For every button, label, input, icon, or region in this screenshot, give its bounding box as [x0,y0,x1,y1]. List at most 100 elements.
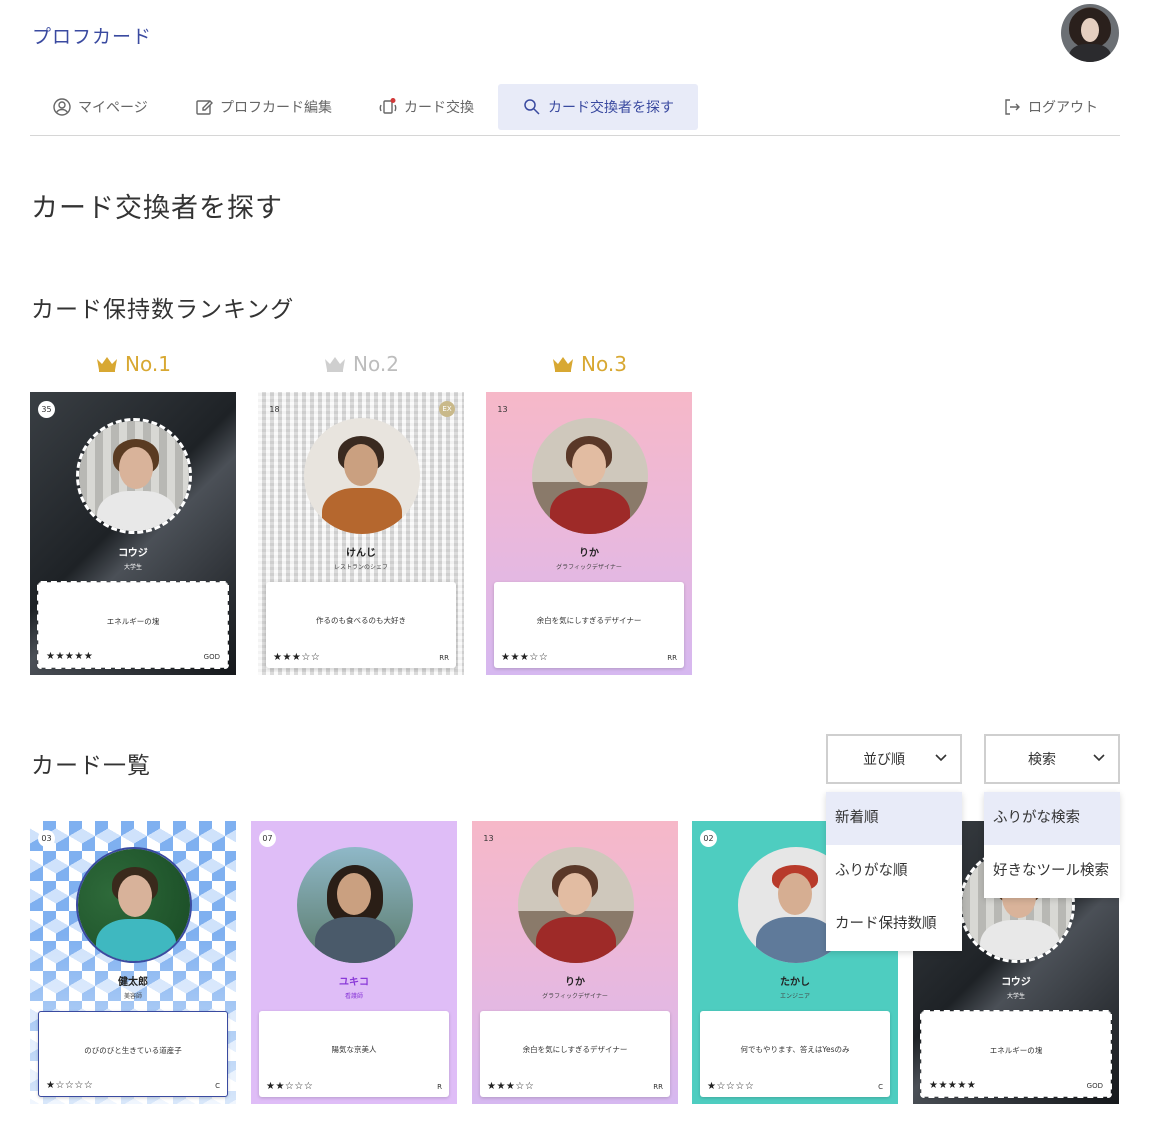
card-job: グラフィックデザイナー [556,564,622,571]
nav-mypage-label: マイページ [78,100,148,116]
sort-dropdown-label: 並び順 [863,752,905,768]
ranking-card-1[interactable]: 35 コウジ 大学生 エネルギーの塊 ★★★★★ GOD [30,392,236,675]
card-name: りか [565,977,585,988]
card-job: レストランのシェフ [333,564,388,571]
card-quote: 作るのも食べるのも大好き [316,616,406,625]
card-stars: ★☆☆☆☆ [46,1080,94,1091]
exchange-icon [379,98,397,114]
brand-logo[interactable]: プロフカード [32,22,152,49]
card-rarity: R [437,1083,442,1091]
rank-label-1: No.1 [30,352,236,376]
list-card-3[interactable]: 13 りか グラフィックデザイナー 余白を気にしすぎるデザイナー ★★★☆☆ R… [472,821,678,1104]
nav-edit-card-label: プロフカード編集 [220,100,332,116]
search-dropdown[interactable]: 検索 [984,734,1120,784]
card-stars: ★★★☆☆ [487,1081,535,1092]
ex-badge: EX [439,401,455,417]
card-job: 看護師 [344,993,363,1000]
nav-find-exchanger[interactable]: カード交換者を探す [498,84,698,130]
card-number: 35 [38,401,55,418]
card-name: りか [579,548,599,559]
card-number: 02 [700,830,717,847]
card-name: 健太郎 [118,977,148,988]
rank-label-2: No.2 [258,352,464,376]
card-job: エンジニア [779,993,810,1000]
nav-card-exchange-label: カード交換 [404,100,474,116]
card-photo [76,847,192,963]
search-option-furigana[interactable]: ふりがな検索 [984,792,1120,845]
sort-option-card-count[interactable]: カード保持数順 [826,898,962,951]
card-photo [76,418,192,534]
crown-icon [97,357,118,372]
list-title: カード一覧 [31,753,151,779]
card-stars: ★★★☆☆ [501,652,549,663]
card-info-box: 陽気な京美人 ★★☆☆☆ R [259,1011,449,1097]
card-photo [304,418,420,534]
card-photo [518,847,634,963]
card-stars: ★★☆☆☆ [266,1081,314,1092]
user-avatar[interactable] [1061,4,1119,62]
search-icon [524,99,540,115]
user-circle-icon [53,98,71,116]
card-quote: のびのびと生きている道産子 [84,1046,182,1055]
ranking-card-2[interactable]: 18 EX けんじ レストランのシェフ 作るのも食べるのも大好き ★★★☆☆ R… [258,392,464,675]
card-stars: ★★★★★ [929,1080,977,1091]
rank-label-3: No.3 [486,352,692,376]
card-info-box: 余白を気にしすぎるデザイナー ★★★☆☆ RR [494,582,684,668]
card-job: 美容師 [123,993,142,1000]
card-info-box: 作るのも食べるのも大好き ★★★☆☆ RR [266,582,456,668]
logout-icon [1005,99,1020,115]
list-card-2[interactable]: 07 ユキコ 看護師 陽気な京美人 ★★☆☆☆ R [251,821,457,1104]
card-info-box: 余白を気にしすぎるデザイナー ★★★☆☆ RR [480,1011,670,1097]
card-info-box: エネルギーの塊 ★★★★★ GOD [920,1010,1112,1098]
search-dropdown-label: 検索 [1028,752,1056,768]
card-rarity: C [215,1082,220,1090]
nav-card-exchange[interactable]: カード交換 [364,84,488,130]
card-info-box: 何でもやります、答えはYesのみ ★☆☆☆☆ C [700,1011,890,1097]
crown-icon [325,357,346,372]
sort-menu: 新着順 ふりがな順 カード保持数順 [826,792,962,951]
card-name: たかし [780,977,810,988]
card-job: 大学生 [1006,993,1025,1000]
card-rarity: C [878,1083,883,1091]
card-stars: ★★★☆☆ [273,652,321,663]
edit-icon [196,100,213,115]
card-job: グラフィックデザイナー [542,993,608,1000]
card-name: コウジ [1001,977,1031,988]
card-photo [532,418,648,534]
card-number: 13 [483,834,494,843]
card-stars: ★★★★★ [46,651,94,662]
ranking-title: カード保持数ランキング [31,297,295,323]
card-info-box: のびのびと生きている道産子 ★☆☆☆☆ C [38,1011,228,1097]
list-card-1[interactable]: 03 健太郎 美容師 のびのびと生きている道産子 ★☆☆☆☆ C [30,821,236,1104]
sort-option-newest[interactable]: 新着順 [826,792,962,845]
card-rarity: RR [667,654,677,662]
card-job: 大学生 [123,564,142,571]
sort-option-furigana[interactable]: ふりがな順 [826,845,962,898]
card-quote: 陽気な京美人 [331,1045,377,1054]
card-number: 03 [38,830,55,847]
sort-dropdown[interactable]: 並び順 [826,734,962,784]
card-quote: 余白を気にしすぎるデザイナー [522,1045,628,1054]
ranking-card-3[interactable]: 13 りか グラフィックデザイナー 余白を気にしすぎるデザイナー ★★★☆☆ R… [486,392,692,675]
nav-find-exchanger-label: カード交換者を探す [548,100,674,116]
logout-label: ログアウト [1028,100,1098,116]
card-rarity: GOD [1086,1082,1103,1090]
card-quote: 何でもやります、答えはYesのみ [740,1045,850,1054]
card-name: ユキコ [339,977,369,988]
card-info-box: エネルギーの塊 ★★★★★ GOD [37,581,229,669]
card-rarity: GOD [203,653,220,661]
card-photo [297,847,413,963]
search-option-tool[interactable]: 好きなツール検索 [984,845,1120,898]
page-title: カード交換者を探す [31,193,283,224]
crown-icon [553,357,574,372]
card-quote: 余白を気にしすぎるデザイナー [536,616,642,625]
card-number: 13 [497,405,508,414]
logout-button[interactable]: ログアウト [988,84,1112,130]
main-nav: マイページ プロフカード編集 カード交換 カード交換者を探す ログアウト [30,82,1120,136]
card-rarity: RR [439,654,449,662]
card-number: 18 [269,405,280,414]
nav-mypage[interactable]: マイページ [38,84,162,130]
chevron-down-icon [1093,754,1105,762]
card-number: 07 [259,830,276,847]
nav-edit-card[interactable]: プロフカード編集 [180,84,346,130]
